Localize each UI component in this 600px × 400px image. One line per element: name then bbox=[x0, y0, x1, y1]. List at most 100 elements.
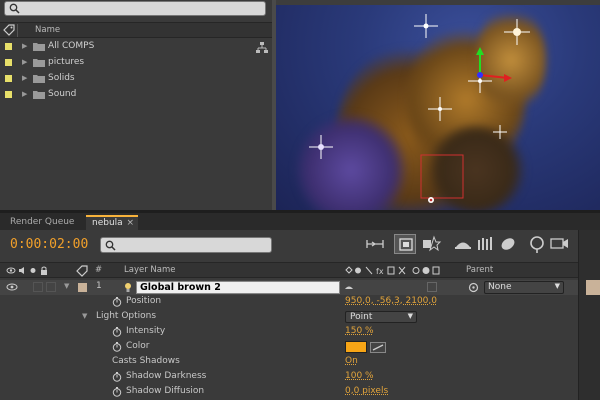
layer-number-header: # bbox=[95, 265, 103, 275]
comp-mini-flowchart-icon[interactable] bbox=[364, 234, 386, 254]
motion-blur-icon[interactable] bbox=[496, 234, 518, 254]
expand-triangle-icon[interactable]: ▶ bbox=[22, 58, 27, 66]
composition-canvas[interactable] bbox=[276, 5, 600, 210]
axis-gizmo-icon bbox=[476, 47, 512, 82]
intensity-value[interactable]: 150 % bbox=[345, 326, 374, 336]
tab-nebula[interactable]: nebula × bbox=[86, 215, 138, 230]
folder-icon bbox=[33, 59, 45, 67]
timeline-toolbar bbox=[360, 234, 600, 256]
project-item-pictures[interactable]: ▶ pictures bbox=[0, 55, 272, 71]
parent-header[interactable]: Parent bbox=[466, 265, 493, 275]
stopwatch-icon[interactable] bbox=[112, 342, 122, 352]
column-separator bbox=[17, 24, 18, 37]
stopwatch-icon[interactable] bbox=[112, 327, 122, 337]
live-update-icon[interactable] bbox=[394, 234, 416, 254]
folder-icon bbox=[33, 43, 45, 51]
project-item-all-comps[interactable]: ▶ All COMPS bbox=[0, 39, 272, 55]
expand-triangle-icon[interactable]: ▶ bbox=[22, 42, 27, 50]
parent-dropdown[interactable]: None ▼ bbox=[484, 281, 564, 294]
draft-3d-icon[interactable] bbox=[420, 234, 442, 254]
shy-switch[interactable] bbox=[344, 282, 354, 292]
timeline-ruler-area[interactable] bbox=[578, 230, 600, 400]
layer-number: 1 bbox=[96, 281, 102, 291]
label-tag-icon[interactable] bbox=[3, 24, 15, 39]
viewer-overlay bbox=[309, 14, 530, 203]
project-item-sound[interactable]: ▶ Sound bbox=[0, 87, 272, 103]
property-row-intensity[interactable]: Intensity 150 % bbox=[0, 325, 600, 340]
project-item-label: Solids bbox=[48, 73, 75, 83]
flowchart-icon[interactable] bbox=[256, 42, 268, 57]
label-color-swatch[interactable] bbox=[5, 91, 12, 98]
expand-triangle-icon[interactable]: ▶ bbox=[22, 90, 27, 98]
expand-triangle-icon[interactable]: ▶ bbox=[22, 74, 27, 82]
layer-name-field[interactable]: Global brown 2 bbox=[136, 281, 340, 294]
property-label: Shadow Darkness bbox=[126, 371, 207, 381]
layer-row[interactable]: ▼ 1 Global brown 2 None ▼ bbox=[0, 280, 600, 295]
av-features-icon[interactable] bbox=[6, 265, 54, 279]
eye-icon[interactable] bbox=[6, 282, 18, 295]
timeline-panel: 0:00:02:00 # Layer Name fx Parent ▼ 1 Gl… bbox=[0, 230, 600, 400]
label-color-swatch[interactable] bbox=[5, 43, 12, 50]
current-time-display[interactable]: 0:00:02:00 bbox=[10, 237, 88, 252]
star-icon bbox=[504, 19, 530, 45]
shadow-diffusion-value[interactable]: 0,0 pixels bbox=[345, 386, 388, 396]
layer-column-header: # Layer Name fx Parent bbox=[0, 262, 600, 278]
project-item-solids[interactable]: ▶ Solids bbox=[0, 71, 272, 87]
shadow-darkness-value[interactable]: 100 % bbox=[345, 371, 374, 381]
property-row-position[interactable]: Position 950,0, -56,3, 2100,0 bbox=[0, 295, 600, 310]
chevron-down-icon: ▼ bbox=[407, 312, 413, 320]
light-selection-box bbox=[420, 154, 464, 199]
label-color-swatch[interactable] bbox=[5, 75, 12, 82]
property-row-shadow-darkness[interactable]: Shadow Darkness 100 % bbox=[0, 370, 600, 385]
color-swatch[interactable] bbox=[345, 341, 367, 353]
expand-triangle-icon[interactable]: ▼ bbox=[82, 312, 87, 320]
search-icon bbox=[9, 3, 20, 17]
hide-shy-layers-icon[interactable] bbox=[452, 234, 474, 254]
expand-triangle-icon[interactable]: ▼ bbox=[64, 282, 69, 290]
stopwatch-icon[interactable] bbox=[112, 372, 122, 382]
star-icon bbox=[428, 97, 452, 121]
label-color-swatch[interactable] bbox=[5, 59, 12, 66]
timeline-search-input[interactable] bbox=[100, 237, 272, 253]
project-item-label: All COMPS bbox=[48, 41, 95, 51]
timeline-tab-bar: Render Queue nebula × bbox=[0, 213, 600, 230]
chevron-down-icon: ▼ bbox=[554, 282, 560, 290]
casts-shadows-value[interactable]: On bbox=[345, 356, 358, 366]
solo-toggle[interactable] bbox=[33, 282, 43, 292]
frame-blending-icon[interactable] bbox=[474, 234, 496, 254]
label-tag-icon[interactable] bbox=[76, 265, 88, 280]
brainstorm-icon[interactable] bbox=[548, 234, 570, 254]
property-row-shadow-diffusion[interactable]: Shadow Diffusion 0,0 pixels bbox=[0, 385, 600, 400]
column-name-header[interactable]: Name bbox=[35, 25, 60, 35]
lock-toggle[interactable] bbox=[46, 282, 56, 292]
parent-value: None bbox=[488, 282, 512, 292]
3d-layer-switch[interactable] bbox=[427, 282, 437, 292]
stopwatch-icon[interactable] bbox=[112, 297, 122, 307]
project-item-label: Sound bbox=[48, 89, 77, 99]
light-type-dropdown[interactable]: Point ▼ bbox=[345, 311, 417, 323]
light-bulb-icon bbox=[124, 282, 132, 296]
property-row-casts-shadows[interactable]: Casts Shadows On bbox=[0, 355, 600, 370]
switches-icon[interactable]: fx bbox=[344, 265, 460, 279]
project-search-input[interactable] bbox=[4, 1, 266, 16]
eyedropper-icon[interactable] bbox=[370, 342, 386, 353]
property-label: Shadow Diffusion bbox=[126, 386, 205, 396]
close-icon[interactable]: × bbox=[126, 218, 134, 228]
layer-duration-bar[interactable] bbox=[586, 280, 600, 295]
pickwhip-icon[interactable] bbox=[468, 282, 479, 296]
folder-icon bbox=[33, 91, 45, 99]
tab-label: nebula bbox=[92, 218, 123, 228]
property-label: Casts Shadows bbox=[112, 356, 180, 366]
stopwatch-icon[interactable] bbox=[112, 387, 122, 397]
star-icon bbox=[414, 14, 438, 38]
property-group-light-options[interactable]: ▼ Light Options Point ▼ bbox=[0, 310, 600, 325]
layer-name-header[interactable]: Layer Name bbox=[124, 265, 175, 275]
property-row-color[interactable]: Color bbox=[0, 340, 600, 355]
svg-text:fx: fx bbox=[376, 267, 384, 276]
position-value[interactable]: 950,0, -56,3, 2100,0 bbox=[345, 296, 437, 306]
label-color-swatch[interactable] bbox=[78, 283, 87, 292]
light-type-value: Point bbox=[350, 312, 373, 322]
graph-editor-icon[interactable] bbox=[526, 234, 548, 254]
property-group-label: Light Options bbox=[96, 311, 157, 321]
tab-render-queue[interactable]: Render Queue bbox=[4, 215, 80, 230]
